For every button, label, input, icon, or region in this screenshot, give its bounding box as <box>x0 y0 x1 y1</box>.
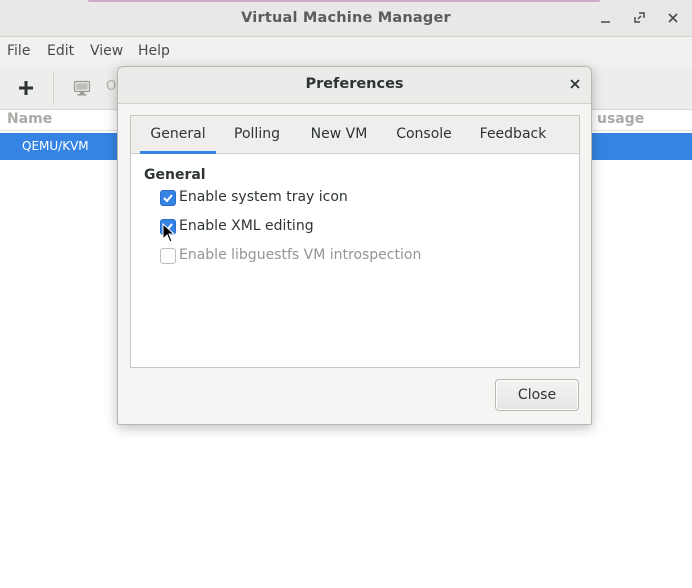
preferences-dialog: Preferences General Polling New VM Conso… <box>117 66 592 425</box>
titlebar-accent <box>88 0 600 2</box>
xml-editing-label[interactable]: Enable XML editing <box>179 218 314 234</box>
menu-view[interactable]: View <box>90 43 123 59</box>
tab-new-vm[interactable]: New VM <box>304 116 374 153</box>
minimize-icon[interactable] <box>596 8 616 28</box>
menu-help[interactable]: Help <box>138 43 170 59</box>
connection-name: QEMU/KVM <box>22 139 89 153</box>
libguestfs-label: Enable libguestfs VM introspection <box>179 247 422 263</box>
system-tray-label[interactable]: Enable system tray icon <box>179 189 348 205</box>
close-icon[interactable] <box>566 75 584 93</box>
plus-icon[interactable] <box>16 78 36 98</box>
mouse-cursor-icon <box>162 222 176 245</box>
close-icon[interactable] <box>664 8 684 28</box>
column-header-usage[interactable]: usage <box>597 111 644 127</box>
tab-console[interactable]: Console <box>391 116 457 153</box>
tab-polling[interactable]: Polling <box>227 116 287 153</box>
menu-file[interactable]: File <box>7 43 30 59</box>
checkmark-icon <box>163 194 173 203</box>
maximize-icon[interactable] <box>630 8 650 28</box>
column-header-name[interactable]: Name <box>7 111 52 127</box>
tab-strip: General Polling New VM Console Feedback <box>131 116 579 154</box>
monitor-icon[interactable] <box>72 78 92 98</box>
section-title: General <box>144 167 206 183</box>
close-button[interactable]: Close <box>495 379 579 411</box>
open-button-label[interactable]: O <box>106 79 116 94</box>
system-tray-checkbox[interactable] <box>160 190 176 206</box>
libguestfs-checkbox <box>160 248 176 264</box>
window-title: Virtual Machine Manager <box>241 10 451 26</box>
main-titlebar: Virtual Machine Manager <box>0 0 692 37</box>
toolbar-separator <box>53 71 54 105</box>
menu-edit[interactable]: Edit <box>47 43 74 59</box>
dialog-titlebar: Preferences <box>118 67 591 104</box>
menubar: File Edit View Help <box>0 37 692 67</box>
tab-feedback[interactable]: Feedback <box>475 116 551 153</box>
tab-general[interactable]: General <box>140 116 216 154</box>
preferences-notebook: General Polling New VM Console Feedback … <box>130 115 580 368</box>
dialog-title: Preferences <box>305 76 404 92</box>
